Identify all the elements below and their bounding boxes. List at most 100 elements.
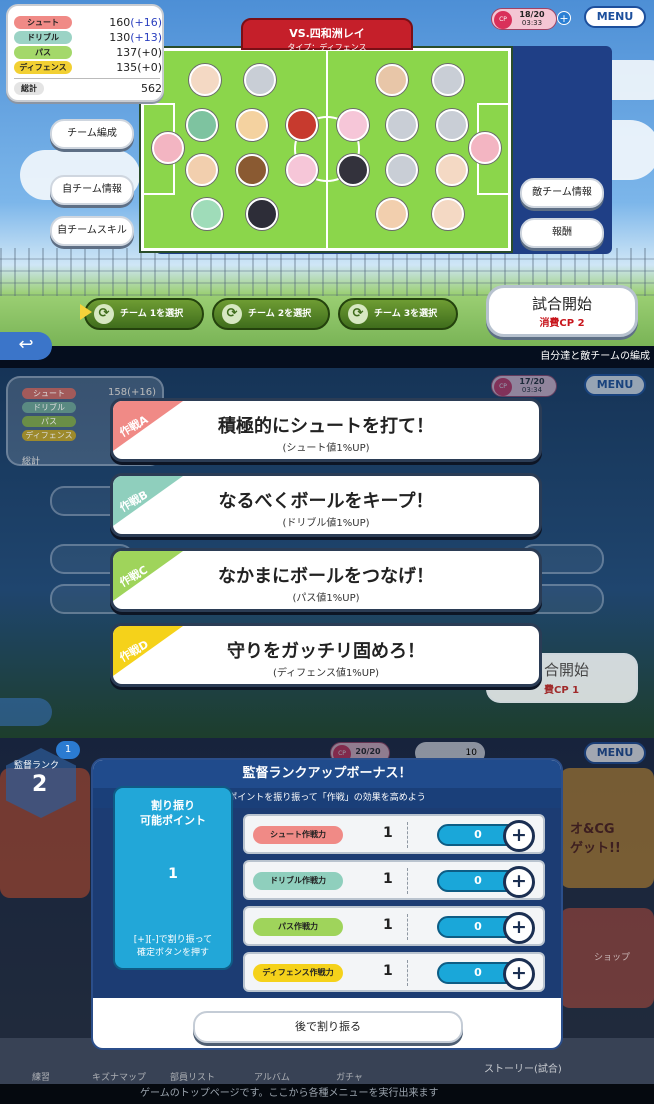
cp-badge: CP 17/20 03:34 [491,375,557,397]
player-avatar[interactable] [376,198,408,230]
start-match-label: 合開始 [544,661,590,679]
plus-button[interactable]: + [503,912,535,944]
stat-row-shoot: シュート 160(+16) [14,16,162,30]
reward-button[interactable]: 報酬 [520,218,604,248]
player-avatar[interactable] [469,132,501,164]
tactic-c-option[interactable]: 作戦C なかまにボールをつなげ！ (パス値1%UP) [110,548,542,612]
cp-badge: CP 18/20 03:33 [491,8,557,30]
plus-button[interactable]: + [503,866,535,898]
alloc-row-pass: パス作戦力 1 0 + [243,906,545,946]
player-avatar[interactable] [432,198,464,230]
player-avatar[interactable] [189,64,221,96]
alloc-row-defense: ディフェンス作戦力 1 0 + [243,952,545,992]
select-team-2-button[interactable]: ⟳ チーム 2を選択 [212,298,330,330]
tactic-title: 積極的にシュートを打て！ [218,416,434,437]
alloc-level: 1 [383,825,393,841]
player-avatar[interactable] [236,154,268,186]
my-team-skill-button[interactable]: 自チームスキル [50,216,134,246]
player-avatar[interactable] [186,154,218,186]
tab-kizuna-map[interactable]: キズナマップ [92,1070,146,1083]
player-avatar[interactable] [386,109,418,141]
stat-value: 135(+0) [116,61,162,74]
plus-button[interactable]: + [503,820,535,852]
tab-album[interactable]: アルバム [254,1070,290,1083]
rank-up-dialog: 監督ランクアップボーナス！ ポイントを振り振って「作戦」の効果を高めよう 割り振… [91,758,563,1050]
opponent-tab: VS.四和洲レイ タイプ：ディフェンス [241,18,413,52]
divider [407,822,408,848]
player-avatar[interactable] [186,109,218,141]
back-button[interactable]: ↩ [0,332,52,360]
player-avatar[interactable] [246,198,278,230]
stat-label: 総計 [14,82,44,95]
dialog-title: 監督ランクアップボーナス！ [93,760,561,788]
divider [14,78,160,79]
stat-row-defense: ディフェンス 135(+0) [14,61,162,75]
cycle-icon: ⟳ [348,304,368,324]
tab-gacha[interactable]: ガチャ [336,1070,363,1083]
plus-button[interactable]: + [503,958,535,990]
tactic-effect: (パス値1%UP) [292,593,360,604]
player-avatar[interactable] [376,64,408,96]
player-avatar[interactable] [244,64,276,96]
shop-label[interactable]: ショップ [594,950,630,963]
opponent-type: タイプ：ディフェンス [287,43,367,52]
tactic-a-option[interactable]: 作戦A 積極的にシュートを打て！ (シュート値1%UP) [110,398,542,462]
player-avatar[interactable] [337,109,369,141]
team-edit-button[interactable]: チーム編成 [50,119,134,149]
team-formation-screen: VS.四和洲レイ タイプ：ディフェンス シュート 160(+16) ドリブル 1… [0,0,654,368]
enemy-team-info-button[interactable]: 敵チーム情報 [520,178,604,208]
start-match-cost: 費CP 1 [544,685,580,696]
alloc-level: 1 [383,917,393,933]
available-points-box: 割り振り 可能ポイント 1 [+][-]で割り振って 確定ボタンを押す [113,786,233,970]
player-avatar-leader[interactable] [286,109,318,141]
select-team-1-button[interactable]: ⟳ チーム 1を選択 [84,298,204,330]
stat-label: ディフェンス [22,430,76,441]
rank-label: 監督ランク [14,761,60,771]
player-avatar-leader[interactable] [337,154,369,186]
points-title: 割り振り 可能ポイント [140,799,206,827]
menu-button[interactable]: MENU [584,742,646,764]
player-avatar[interactable] [191,198,223,230]
selected-arrow-icon [80,304,92,320]
divider [407,914,408,940]
stat-label: 総計 [22,457,41,467]
menu-button[interactable]: MENU [584,374,646,396]
player-avatar[interactable] [236,109,268,141]
tactic-effect: (シュート値1%UP) [282,443,370,454]
alloc-level: 1 [383,963,393,979]
stat-value: 160(+16) [109,16,162,29]
tactic-title: なるべくボールをキープ！ [218,491,434,512]
tactic-b-option[interactable]: 作戦B なるべくボールをキープ！ (ドリブル値1%UP) [110,473,542,537]
player-avatar[interactable] [386,154,418,186]
stat-row-total: 総計 562 [14,82,162,96]
player-avatar[interactable] [152,132,184,164]
cp-value: 17/20 [519,377,545,386]
add-cp-icon[interactable]: + [557,11,571,25]
tactic-title: なかまにボールをつなげ！ [218,566,434,587]
select-team-3-button[interactable]: ⟳ チーム 3を選択 [338,298,458,330]
story-button[interactable]: ストーリー(試合) [484,1060,562,1075]
my-team-info-button[interactable]: 自チーム情報 [50,175,134,205]
tab-practice[interactable]: 練習 [32,1070,50,1083]
stat-label: パス [14,46,72,59]
player-avatar[interactable] [432,64,464,96]
tab-member-list[interactable]: 部員リスト [170,1070,215,1083]
cp-timer: 03:33 [521,19,543,27]
assign-later-button[interactable]: 後で割り振る [193,1011,463,1043]
stat-value: 158(+16) [108,387,156,398]
tactic-title: 守りをガッチリ固めろ！ [227,641,425,662]
stat-value: 562 [141,82,162,95]
start-match-cost: 消費CP 2 [539,318,585,329]
stat-row-pass: パス 137(+0) [14,46,162,60]
cp-value: 18/20 [519,10,545,19]
cp-icon: CP [494,11,512,29]
player-avatar[interactable] [286,154,318,186]
start-match-button[interactable]: 試合開始 消費CP 2 [486,285,638,337]
rank-progress-badge: 1 [56,741,80,759]
cp-timer: 03:34 [521,386,543,394]
tactic-d-option[interactable]: 作戦D 守りをガッチリ固めろ！ (ディフェンス値1%UP) [110,623,542,687]
tactic-effect: (ドリブル値1%UP) [282,518,370,529]
menu-button[interactable]: MENU [584,6,646,28]
player-avatar[interactable] [436,154,468,186]
player-avatar[interactable] [436,109,468,141]
